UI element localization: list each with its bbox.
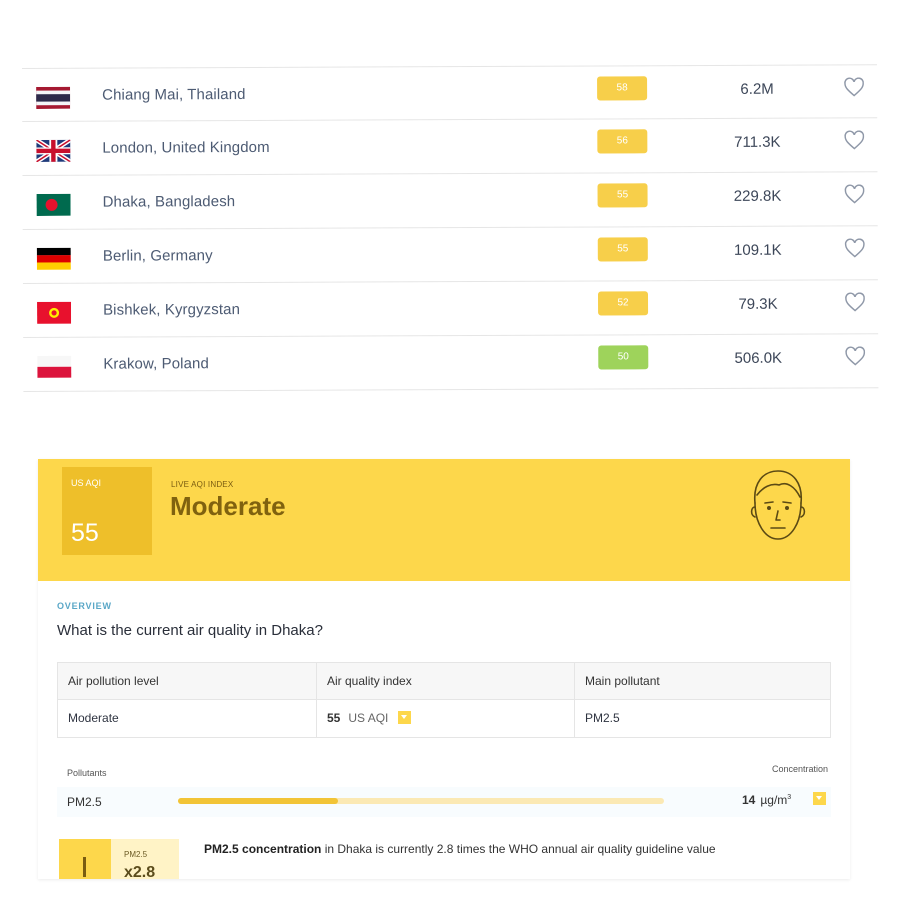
aqi-unit-label: US AQI <box>71 478 102 488</box>
followers-count: 506.0K <box>734 349 783 367</box>
who-multiplier-box: PM2.5 x2.8 <box>59 839 179 879</box>
pollutants-label: Pollutants <box>67 768 107 778</box>
city-name[interactable]: Berlin, Germany <box>103 247 213 264</box>
concentration-unit-exponent: 3 <box>787 794 792 801</box>
heart-icon[interactable] <box>843 77 865 97</box>
who-pollutant-label: PM2.5 <box>124 850 148 859</box>
aqi-card: US AQI 55 LIVE AQI INDEX Moderate OVERVI… <box>38 459 850 879</box>
heart-icon[interactable] <box>843 130 865 150</box>
city-row-london[interactable]: London, United Kingdom 56 711.3K <box>22 118 878 176</box>
city-row-bishkek[interactable]: Bishkek, Kyrgyzstan 52 79.3K <box>22 280 879 338</box>
city-row-berlin[interactable]: Berlin, Germany 55 109.1K <box>22 226 878 284</box>
concentration-bar-fill <box>178 798 339 804</box>
aqi-box: US AQI 55 <box>62 467 152 555</box>
thailand-flag-icon <box>36 86 71 109</box>
who-multiplier-panel: PM2.5 x2.8 <box>111 839 179 879</box>
air-quality-table: Air pollution level Air quality index Ma… <box>57 662 831 738</box>
followers-count: 109.1K <box>733 241 782 259</box>
concentration-bar <box>178 798 664 804</box>
city-name[interactable]: Dhaka, Bangladesh <box>103 193 236 211</box>
pollutant-row: PM2.5 14 µg/m3 <box>57 787 831 817</box>
concentration-number: 14 <box>742 793 756 807</box>
followers-count: 229.8K <box>733 187 782 205</box>
pollution-level-value: Moderate <box>68 711 119 725</box>
followers-count: 711.3K <box>734 133 781 151</box>
city-name[interactable]: London, United Kingdom <box>102 139 269 157</box>
face-icon <box>750 470 806 540</box>
aqi-value: 55 <box>71 519 99 547</box>
pollutant-name: PM2.5 <box>67 795 102 809</box>
kyrgyzstan-flag-icon <box>37 301 72 324</box>
city-name[interactable]: Chiang Mai, Thailand <box>102 86 246 104</box>
concentration-value: 14 µg/m3 <box>742 793 791 807</box>
aqi-badge: 56 <box>597 129 648 154</box>
heart-icon[interactable] <box>844 346 866 366</box>
header-aqi: Air quality index <box>316 663 574 700</box>
uk-flag-icon <box>36 139 71 162</box>
aqi-badge: 55 <box>597 237 648 262</box>
heart-icon[interactable] <box>844 292 866 312</box>
who-guideline-text: PM2.5 concentration in Dhaka is currentl… <box>204 842 716 856</box>
germany-flag-icon <box>36 247 71 270</box>
who-text-bold: PM2.5 concentration <box>204 842 322 856</box>
poland-flag-icon <box>37 355 72 378</box>
live-aqi-label: LIVE AQI INDEX <box>171 480 234 489</box>
who-multiplier: x2.8 <box>124 864 156 879</box>
main-pollutant-value: PM2.5 <box>574 700 832 737</box>
header-pollution-level: Air pollution level <box>68 674 159 688</box>
city-row-chiang-mai[interactable]: Chiang Mai, Thailand 58 6.2M <box>22 64 878 122</box>
followers-count: 79.3K <box>738 295 778 313</box>
overview-label: OVERVIEW <box>57 601 112 611</box>
aqi-badge: 55 <box>597 183 648 208</box>
header-main-pollutant: Main pollutant <box>574 663 832 700</box>
aqi-cell: 55 US AQI <box>316 700 574 737</box>
table-header-row: Air pollution level Air quality index Ma… <box>58 663 830 700</box>
aqi-badge: 52 <box>597 291 649 316</box>
city-row-krakow[interactable]: Krakow, Poland 50 506.0K <box>23 334 879 392</box>
aqi-header: US AQI 55 LIVE AQI INDEX Moderate <box>38 459 850 581</box>
heart-icon[interactable] <box>844 184 866 204</box>
aqi-badge: 58 <box>597 76 648 101</box>
city-row-dhaka[interactable]: Dhaka, Bangladesh 55 229.8K <box>22 172 878 230</box>
concentration-unit: µg/m <box>760 793 788 807</box>
concentration-label: Concentration <box>771 764 828 774</box>
city-ranking-list: Chiang Mai, Thailand 58 6.2M London, Uni… <box>22 64 879 392</box>
who-text-rest: in Dhaka is currently 2.8 times the WHO … <box>321 842 716 856</box>
aqi-unit: US AQI <box>348 711 389 725</box>
aqi-badge: 50 <box>598 345 649 370</box>
city-name[interactable]: Bishkek, Kyrgyzstan <box>103 301 240 319</box>
aqi-number: 55 <box>327 711 341 725</box>
who-indicator <box>59 839 111 879</box>
overview-question: What is the current air quality in Dhaka… <box>57 622 323 639</box>
aqi-level-indicator-icon <box>398 711 412 724</box>
table-row: Moderate 55 US AQI PM2.5 <box>58 700 830 737</box>
exclamation-icon <box>83 857 86 877</box>
bangladesh-flag-icon <box>36 193 71 216</box>
aqi-status: Moderate <box>170 491 286 521</box>
followers-count: 6.2M <box>740 80 774 98</box>
city-name[interactable]: Krakow, Poland <box>103 355 209 372</box>
pollutant-level-indicator-icon <box>813 792 826 805</box>
heart-icon[interactable] <box>844 238 866 258</box>
